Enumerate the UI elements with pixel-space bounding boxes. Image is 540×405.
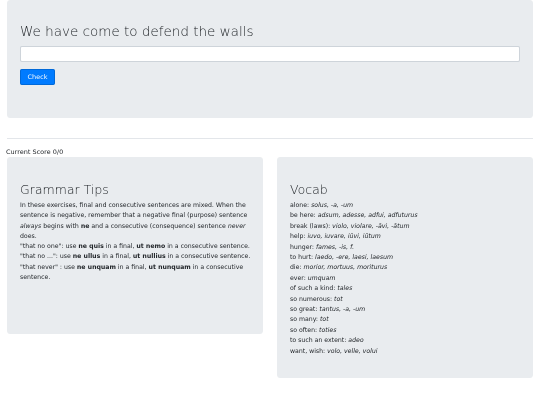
divider <box>7 138 533 139</box>
grammar-tips-card: Grammar Tips In these exercises, final a… <box>7 157 263 334</box>
vocab-item: ever: umquam <box>290 274 336 282</box>
vocab-item: to hurt: laedo, -ere, laesi, laesum <box>290 254 394 262</box>
check-button[interactable]: Check <box>20 69 55 85</box>
vocab-item: of such a kind: tales <box>290 285 353 293</box>
vocab-item: so numerous: tot <box>290 295 343 303</box>
vocab-item: die: morior, mortuus, moriturus <box>290 264 388 272</box>
grammar-tips-title: Grammar Tips <box>20 182 109 197</box>
vocab-title: Vocab <box>290 182 328 197</box>
answer-input[interactable] <box>20 46 520 62</box>
vocab-item: so many: tot <box>290 316 329 324</box>
vocab-body: alone: solus, -a, -um be here: adsum, ad… <box>290 201 526 357</box>
grammar-tip-no: "that no ...": use ne ullus in a final, … <box>20 253 251 261</box>
exercise-panel: We have come to defend the walls Check <box>7 0 533 118</box>
current-score: Current Score 0/0 <box>6 148 63 156</box>
grammar-tip-no-one: "that no one": use ne quis in a final, u… <box>20 243 250 251</box>
score-value: 0/0 <box>52 148 64 156</box>
vocab-item: break (laws): violo, violare, -āvi, -ātu… <box>290 222 410 230</box>
vocab-item: help: iuvo, iuvare, iūvi, iūtum <box>290 233 381 241</box>
vocab-item: want, wish: volo, velle, volui <box>290 347 378 355</box>
vocab-list: alone: solus, -a, -um be here: adsum, ad… <box>290 201 526 357</box>
vocab-item: to such an extent: adeo <box>290 337 364 345</box>
vocab-item: so often: toties <box>290 326 337 334</box>
vocab-item: hunger: fames, -is, f. <box>290 243 355 251</box>
vocab-item: alone: solus, -a, -um <box>290 202 354 209</box>
exercise-prompt: We have come to defend the walls <box>20 24 254 40</box>
score-label: Current Score <box>6 148 51 156</box>
grammar-tip-never: "that never" : use ne unquam in a final,… <box>20 263 244 282</box>
vocab-card: Vocab alone: solus, -a, -um be here: ads… <box>277 157 533 378</box>
grammar-tip-intro: In these exercises, final and consecutiv… <box>20 202 248 240</box>
vocab-item: so great: tantus, -a, -um <box>290 306 366 314</box>
grammar-tips-body: In these exercises, final and consecutiv… <box>20 201 256 283</box>
vocab-item: be here: adsum, adesse, adfui, adfuturus <box>290 212 418 220</box>
